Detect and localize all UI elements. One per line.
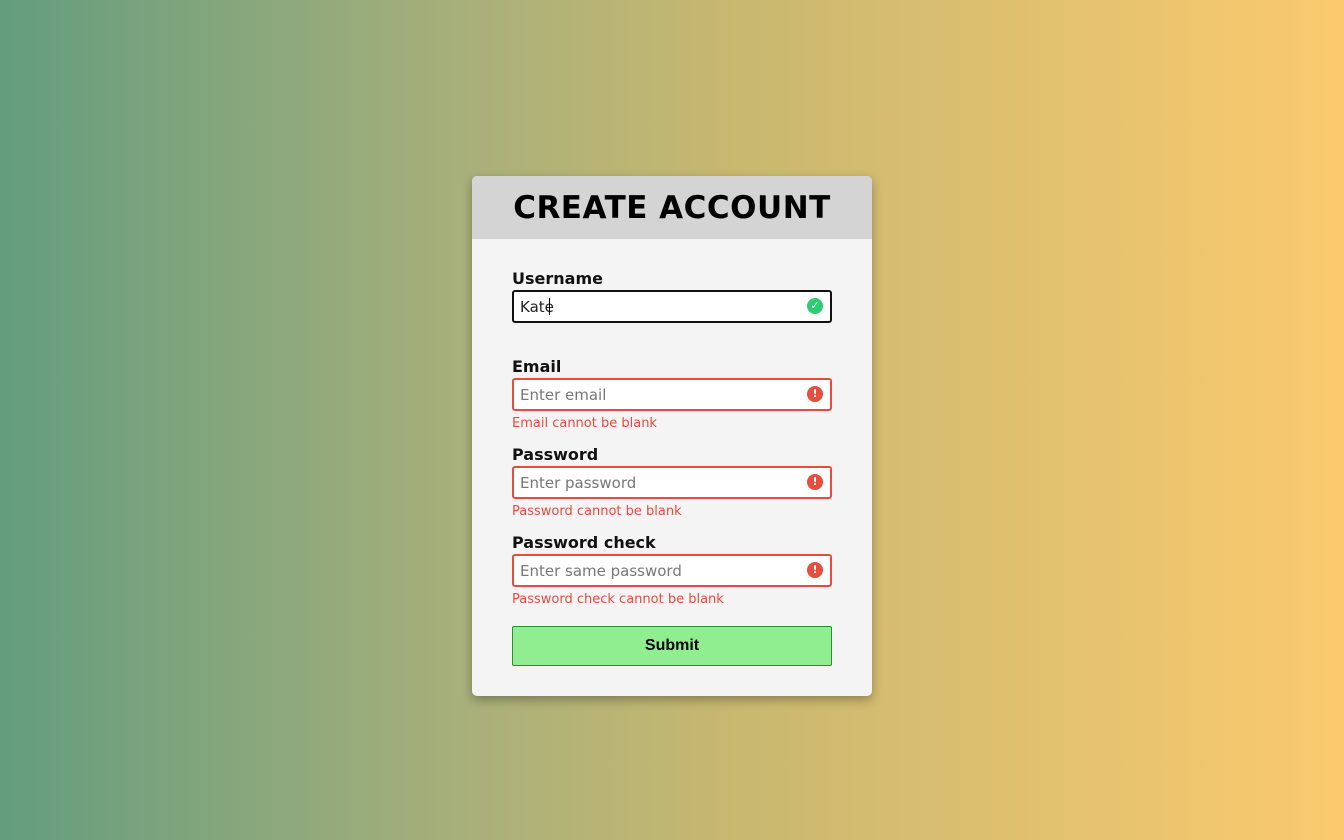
password-check-input[interactable] xyxy=(512,554,832,587)
password-check-label: Password check xyxy=(512,533,656,552)
username-field: Username ✓ xyxy=(512,268,832,323)
exclamation-circle-icon: ! xyxy=(807,386,823,402)
password-check-input-wrap: ! xyxy=(512,554,832,587)
page-title: CREATE ACCOUNT xyxy=(513,189,831,226)
username-label: Username xyxy=(512,269,603,288)
password-label: Password xyxy=(512,445,599,464)
create-account-card: CREATE ACCOUNT Username ✓ Email ! Email … xyxy=(472,176,872,696)
password-error-message: Password cannot be blank xyxy=(512,504,682,519)
password-check-field: Password check ! Password check cannot b… xyxy=(512,532,832,609)
password-input[interactable] xyxy=(512,466,832,499)
text-caret xyxy=(549,298,550,315)
password-field: Password ! Password cannot be blank xyxy=(512,444,832,521)
check-circle-icon: ✓ xyxy=(807,298,823,314)
password-check-error-message: Password check cannot be blank xyxy=(512,592,724,607)
username-input[interactable] xyxy=(512,290,832,323)
email-input[interactable] xyxy=(512,378,832,411)
exclamation-circle-icon: ! xyxy=(807,474,823,490)
password-input-wrap: ! xyxy=(512,466,832,499)
email-field: Email ! Email cannot be blank xyxy=(512,356,832,433)
email-input-wrap: ! xyxy=(512,378,832,411)
submit-button[interactable]: Submit xyxy=(512,626,832,666)
exclamation-circle-icon: ! xyxy=(807,562,823,578)
card-header: CREATE ACCOUNT xyxy=(472,176,872,239)
username-input-wrap: ✓ xyxy=(512,290,832,323)
email-label: Email xyxy=(512,357,562,376)
email-error-message: Email cannot be blank xyxy=(512,416,657,431)
